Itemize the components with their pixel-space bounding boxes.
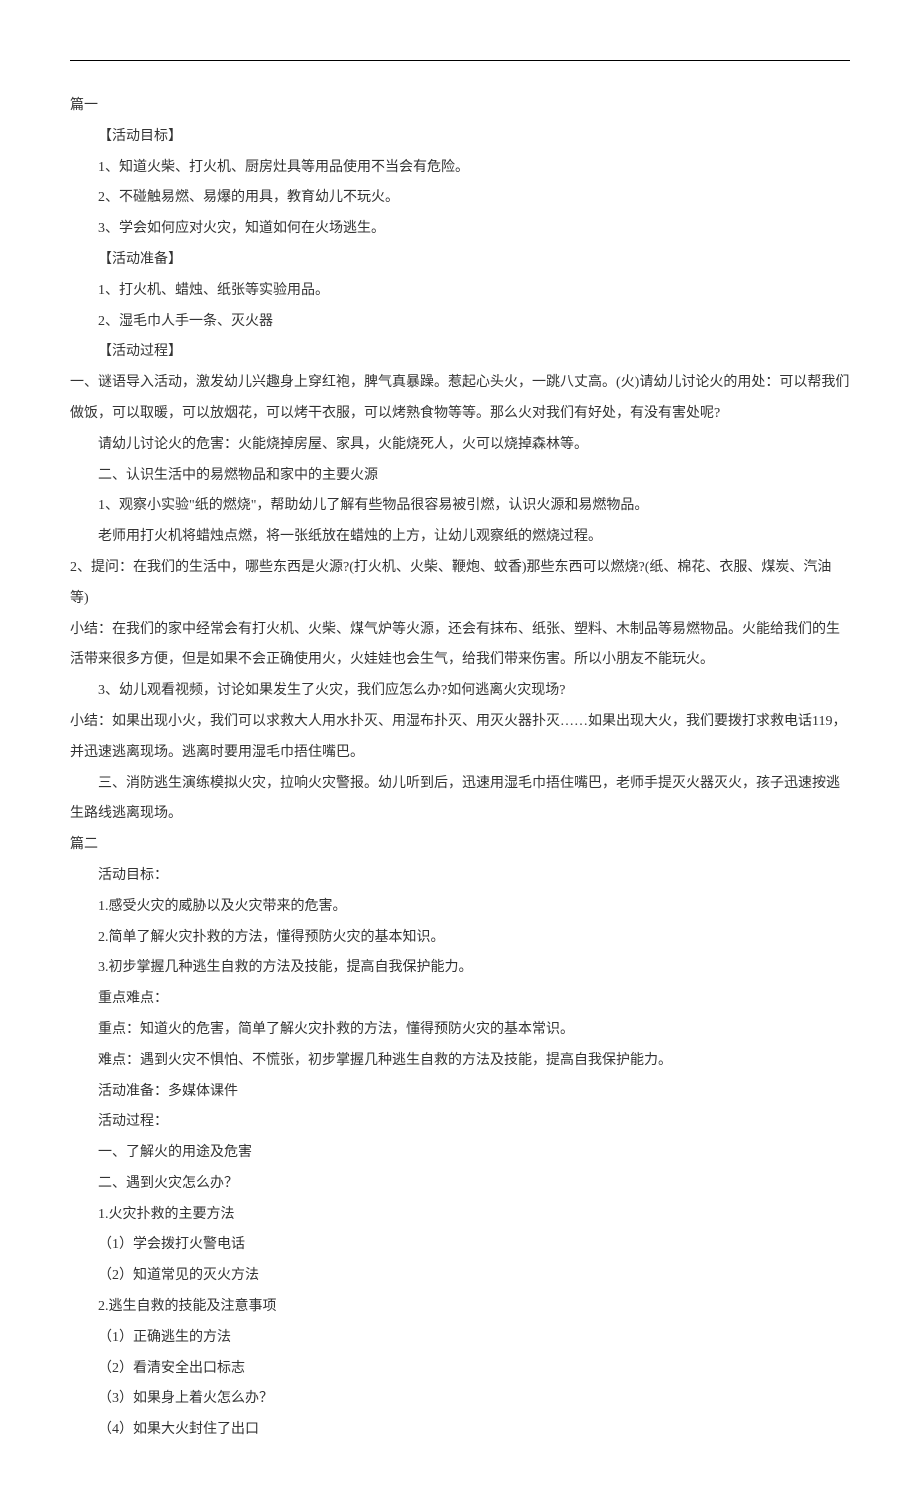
body-line: 二、遇到火灾怎么办？ bbox=[70, 1169, 850, 1200]
body-line: （2）知道常见的灭火方法 bbox=[70, 1261, 850, 1292]
body-line: 活动目标： bbox=[70, 861, 850, 892]
body-line: 3.初步掌握几种逃生自救的方法及技能，提高自我保护能力。 bbox=[70, 953, 850, 984]
body-line: 1、打火机、蜡烛、纸张等实验用品。 bbox=[70, 276, 850, 307]
body-line: 一、了解火的用途及危害 bbox=[70, 1138, 850, 1169]
body-line: 【活动准备】 bbox=[70, 245, 850, 276]
body-line: 2.简单了解火灾扑救的方法，懂得预防火灾的基本知识。 bbox=[70, 923, 850, 954]
body-line: 1、知道火柴、打火机、厨房灶具等用品使用不当会有危险。 bbox=[70, 153, 850, 184]
body-line: 小结：如果出现小火，我们可以求救大人用水扑灭、用湿布扑灭、用灭火器扑灭……如果出… bbox=[70, 707, 850, 769]
body-line: （3）如果身上着火怎么办？ bbox=[70, 1384, 850, 1415]
body-line: 二、认识生活中的易燃物品和家中的主要火源 bbox=[70, 461, 850, 492]
body-line: 3、学会如何应对火灾，知道如何在火场逃生。 bbox=[70, 214, 850, 245]
document-page: 篇一【活动目标】1、知道火柴、打火机、厨房灶具等用品使用不当会有危险。2、不碰触… bbox=[0, 0, 920, 1486]
body-line: 2.逃生自救的技能及注意事项 bbox=[70, 1292, 850, 1323]
body-line: 3、幼儿观看视频，讨论如果发生了火灾，我们应怎么办?如何逃离火灾现场? bbox=[70, 676, 850, 707]
body-line: 一、谜语导入活动，激发幼儿兴趣身上穿红袍，脾气真暴躁。惹起心头火，一跳八丈高。(… bbox=[70, 368, 850, 430]
body-line: 请幼儿讨论火的危害：火能烧掉房屋、家具，火能烧死人，火可以烧掉森林等。 bbox=[70, 430, 850, 461]
section-title: 篇二 bbox=[70, 830, 850, 861]
document-body: 篇一【活动目标】1、知道火柴、打火机、厨房灶具等用品使用不当会有危险。2、不碰触… bbox=[70, 91, 850, 1446]
body-line: 重点难点： bbox=[70, 984, 850, 1015]
body-line: 【活动过程】 bbox=[70, 337, 850, 368]
top-divider bbox=[70, 60, 850, 61]
body-line: 1.火灾扑救的主要方法 bbox=[70, 1200, 850, 1231]
body-line: 2、不碰触易燃、易爆的用具，教育幼儿不玩火。 bbox=[70, 183, 850, 214]
body-line: 1、观察小实验"纸的燃烧"，帮助幼儿了解有些物品很容易被引燃，认识火源和易燃物品… bbox=[70, 491, 850, 522]
body-line: 2、湿毛巾人手一条、灭火器 bbox=[70, 307, 850, 338]
body-line: （1）学会拨打火警电话 bbox=[70, 1230, 850, 1261]
body-line: （4）如果大火封住了出口 bbox=[70, 1415, 850, 1446]
body-line: 活动准备：多媒体课件 bbox=[70, 1077, 850, 1108]
body-line: 2、提问：在我们的生活中，哪些东西是火源?(打火机、火柴、鞭炮、蚊香)那些东西可… bbox=[70, 553, 850, 615]
body-line: 1.感受火灾的威胁以及火灾带来的危害。 bbox=[70, 892, 850, 923]
body-line: 【活动目标】 bbox=[70, 122, 850, 153]
body-line: （1）正确逃生的方法 bbox=[70, 1323, 850, 1354]
body-line: 三、消防逃生演练模拟火灾，拉响火灾警报。幼儿听到后，迅速用湿毛巾捂住嘴巴，老师手… bbox=[70, 769, 850, 831]
body-line: 重点：知道火的危害，简单了解火灾扑救的方法，懂得预防火灾的基本常识。 bbox=[70, 1015, 850, 1046]
body-line: （2）看清安全出口标志 bbox=[70, 1354, 850, 1385]
section-title: 篇一 bbox=[70, 91, 850, 122]
body-line: 小结：在我们的家中经常会有打火机、火柴、煤气炉等火源，还会有抹布、纸张、塑料、木… bbox=[70, 615, 850, 677]
body-line: 难点：遇到火灾不惧怕、不慌张，初步掌握几种逃生自救的方法及技能，提高自我保护能力… bbox=[70, 1046, 850, 1077]
body-line: 老师用打火机将蜡烛点燃，将一张纸放在蜡烛的上方，让幼儿观察纸的燃烧过程。 bbox=[70, 522, 850, 553]
body-line: 活动过程： bbox=[70, 1107, 850, 1138]
